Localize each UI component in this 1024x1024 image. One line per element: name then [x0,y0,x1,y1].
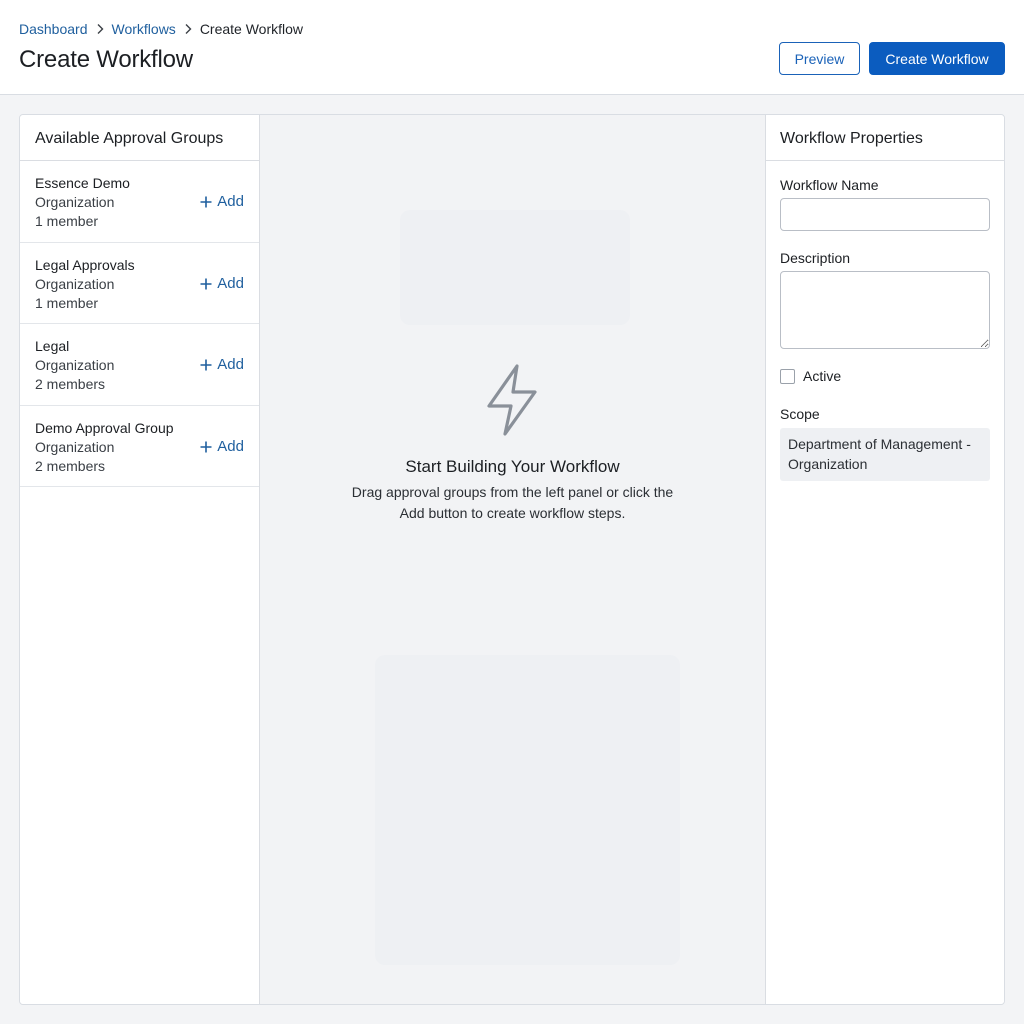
workflow-canvas[interactable]: Start Building Your Workflow Drag approv… [260,115,765,1004]
breadcrumb-dashboard-link[interactable]: Dashboard [19,19,88,39]
lightning-icon [484,363,542,439]
chevron-right-icon [88,23,112,35]
breadcrumb: Dashboard Workflows Create Workflow [19,19,303,39]
approval-group-item[interactable]: Demo Approval Group Organization 2 membe… [20,406,259,487]
group-name: Essence Demo [35,175,130,191]
description-label: Description [780,250,851,266]
workflow-builder: Available Approval Groups Essence Demo O… [19,114,1005,1005]
page-title: Create Workflow [19,46,193,73]
add-label: Add [217,437,244,455]
group-members: 2 members [35,376,106,392]
workflow-name-input[interactable] [780,198,990,231]
empty-state-title: Start Building Your Workflow [405,457,620,476]
plus-icon [200,355,212,375]
approval-group-item[interactable]: Legal Approvals Organization 1 member Ad… [20,243,259,324]
approval-groups-panel: Available Approval Groups Essence Demo O… [20,115,260,1004]
add-group-button[interactable]: Add [200,192,244,212]
plus-icon [200,192,212,212]
add-label: Add [217,274,244,292]
preview-button[interactable]: Preview [779,42,860,75]
workflow-name-label: Workflow Name [780,177,879,193]
chevron-right-icon [176,23,200,35]
approval-groups-title: Available Approval Groups [20,115,259,161]
add-group-button[interactable]: Add [200,437,244,457]
scope-value: Department of Management - Organization [780,428,990,481]
add-label: Add [217,356,244,373]
workflow-properties-panel: Workflow Properties Workflow Name Descri… [765,115,1004,1004]
add-group-button[interactable]: Add [200,274,244,294]
group-members: 1 member [35,213,99,229]
group-members: 1 member [35,294,99,311]
approval-group-item[interactable]: Legal Organization 2 members Add [20,324,259,406]
canvas-placeholder-shape [400,210,630,325]
group-members: 2 members [35,457,106,474]
active-toggle[interactable]: Active [780,367,841,386]
add-label: Add [217,193,244,210]
canvas-placeholder-shape [375,655,680,965]
add-group-button[interactable]: Add [200,355,244,375]
page-header: Dashboard Workflows Create Workflow Crea… [0,0,1024,95]
plus-icon [200,274,212,294]
breadcrumb-workflows-link[interactable]: Workflows [112,19,176,39]
group-name: Demo Approval Group [35,419,174,436]
workflow-properties-title: Workflow Properties [766,115,1004,161]
description-textarea[interactable] [780,271,990,349]
group-name: Legal [35,338,70,354]
active-checkbox[interactable] [780,369,795,384]
empty-state-description: Drag approval groups from the left panel… [351,484,674,521]
group-name: Legal Approvals [35,256,135,273]
scope-label: Scope [780,406,820,422]
approval-group-item[interactable]: Essence Demo Organization 1 member Add [20,161,259,243]
active-label: Active [803,368,842,384]
breadcrumb-current: Create Workflow [199,21,304,37]
create-workflow-button[interactable]: Create Workflow [869,42,1005,75]
plus-icon [200,437,212,457]
